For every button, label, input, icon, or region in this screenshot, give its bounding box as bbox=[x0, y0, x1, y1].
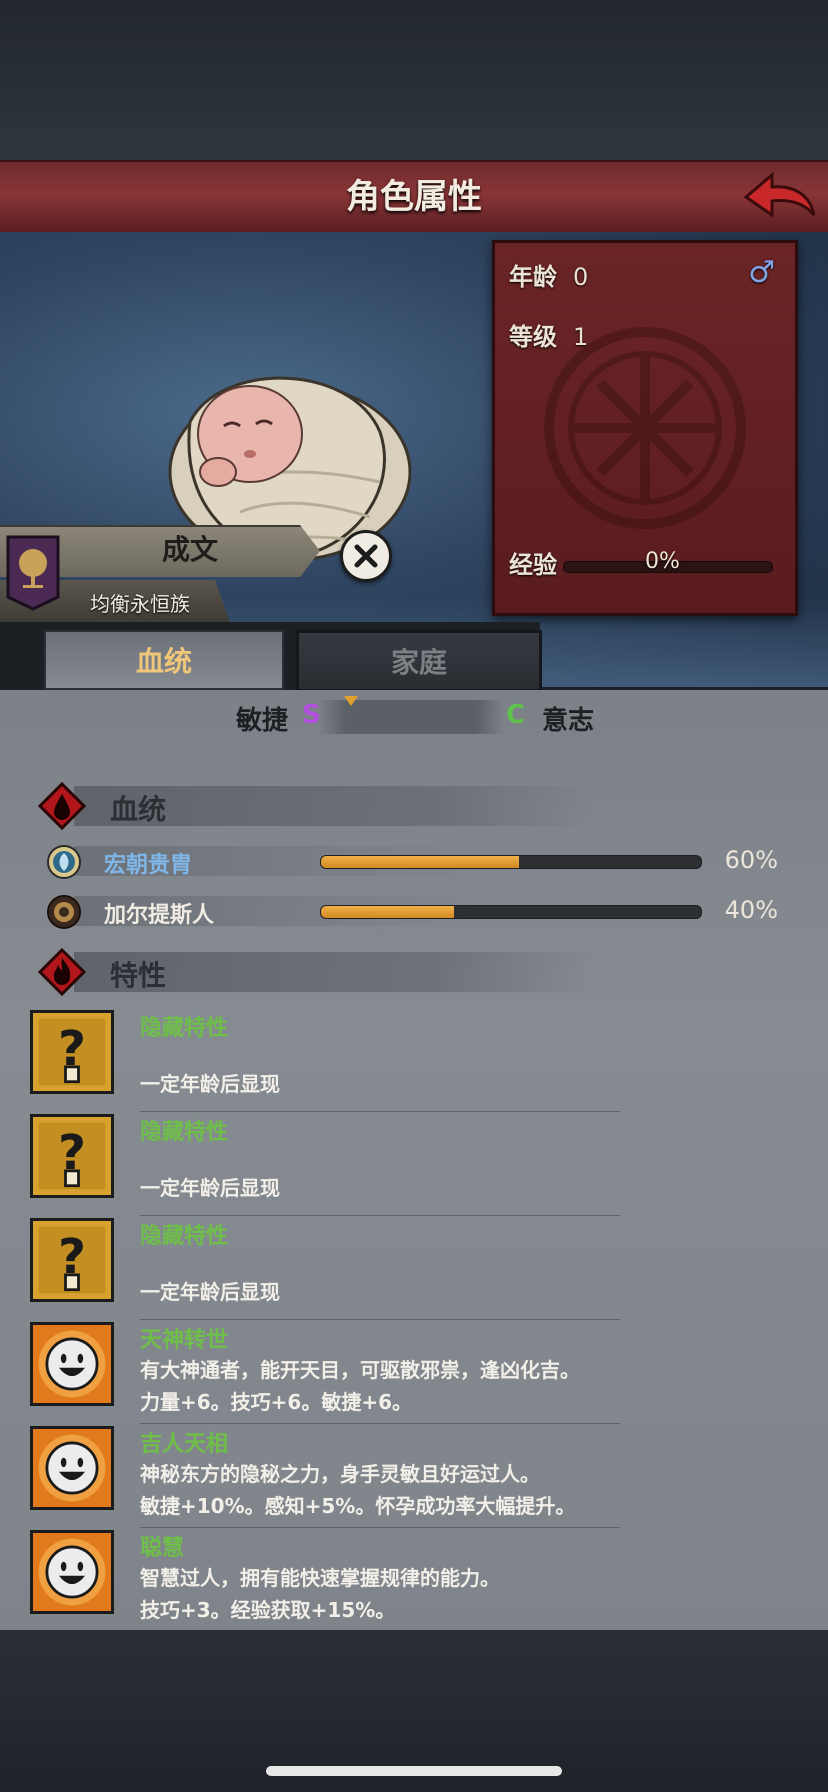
smiley-face-icon bbox=[30, 1322, 114, 1406]
scale-marker-icon bbox=[344, 696, 358, 706]
scale-left-label: 敏捷 bbox=[236, 706, 289, 736]
title-bar: 角色属性 bbox=[0, 160, 828, 235]
tab-lineage[interactable]: 血统 bbox=[44, 630, 284, 690]
flame-icon bbox=[38, 948, 86, 996]
trait-divider bbox=[140, 1215, 620, 1216]
clan-tree-flag-icon bbox=[6, 535, 60, 611]
galtis-emblem-icon bbox=[47, 895, 81, 929]
clan-name: 均衡永恒族 bbox=[90, 592, 190, 616]
close-icon bbox=[354, 544, 378, 568]
lineage-name: 加尔提斯人 bbox=[104, 903, 215, 928]
trait-effects: 敏捷+10%。感知+5%。怀孕成功率大幅提升。 bbox=[140, 1494, 576, 1518]
trait-name: 聪慧 bbox=[140, 1536, 185, 1561]
question-mark-icon: ? bbox=[30, 1114, 114, 1198]
male-gender-icon: ♂ bbox=[748, 255, 775, 290]
age-row: 年龄 0 bbox=[509, 257, 588, 292]
lineage-name: 宏朝贵胄 bbox=[104, 853, 193, 878]
trait-description: 有大神通者，能开天目，可驱散邪祟，逢凶化吉。 bbox=[140, 1358, 580, 1382]
lineage-percent: 40% bbox=[724, 896, 778, 924]
trait-effects: 技巧+3。经验获取+15%。 bbox=[140, 1598, 396, 1622]
trait-effects: 力量+6。技巧+6。敏捷+6。 bbox=[140, 1390, 413, 1414]
trait-description: 神秘东方的隐秘之力，身手灵敏且好运过人。 bbox=[140, 1462, 540, 1486]
level-value: 1 bbox=[573, 323, 589, 351]
character-name[interactable]: 成文 bbox=[150, 530, 230, 570]
exp-label: 经验 bbox=[509, 551, 557, 579]
lineage-percent: 60% bbox=[724, 846, 778, 874]
question-mark-icon: ? bbox=[30, 1218, 114, 1302]
stats-panel: 年龄 0 ♂ 等级 1 经验 0% bbox=[492, 240, 798, 616]
trait-description: 一定年龄后显现 bbox=[140, 1072, 280, 1096]
level-label: 等级 bbox=[509, 323, 557, 351]
tab-family[interactable]: 家庭 bbox=[296, 630, 542, 692]
lineage-bar-fill bbox=[321, 856, 519, 868]
lineage-section-header: 血统 bbox=[34, 780, 594, 832]
trait-item[interactable]: ? 隐藏特性 一定年龄后显现 bbox=[30, 1218, 640, 1320]
age-label: 年龄 bbox=[509, 263, 557, 291]
trait-name: 隐藏特性 bbox=[140, 1224, 229, 1249]
exp-percent: 0% bbox=[645, 549, 680, 574]
trait-item[interactable]: 聪慧 智慧过人，拥有能快速掌握规律的能力。 技巧+3。经验获取+15%。 bbox=[30, 1530, 640, 1626]
back-button[interactable] bbox=[740, 170, 820, 226]
trait-item[interactable]: 天神转世 有大神通者，能开天目，可驱散邪祟，逢凶化吉。 力量+6。技巧+6。敏捷… bbox=[30, 1322, 640, 1424]
trait-divider bbox=[140, 1319, 620, 1320]
scale-right-label: 意志 bbox=[542, 706, 595, 736]
home-indicator[interactable] bbox=[266, 1766, 562, 1776]
trait-description: 智慧过人，拥有能快速掌握规律的能力。 bbox=[140, 1566, 500, 1590]
trait-description: 一定年龄后显现 bbox=[140, 1280, 280, 1304]
trait-name: 隐藏特性 bbox=[140, 1120, 229, 1145]
trait-item[interactable]: 吉人天相 神秘东方的隐秘之力，身手灵敏且好运过人。 敏捷+10%。感知+5%。怀… bbox=[30, 1426, 640, 1528]
close-button[interactable] bbox=[340, 530, 392, 582]
question-mark-icon: ? bbox=[30, 1010, 114, 1094]
traits-section-header: 特性 bbox=[34, 946, 594, 998]
age-value: 0 bbox=[573, 263, 589, 291]
red-back-arrow-icon bbox=[743, 171, 816, 218]
lineage-bar bbox=[320, 855, 702, 869]
trait-divider bbox=[140, 1423, 620, 1424]
smiley-face-icon bbox=[30, 1530, 114, 1614]
lineage-row: 宏朝贵胄 60% bbox=[44, 842, 784, 882]
trait-description: 一定年龄后显现 bbox=[140, 1176, 280, 1200]
celtic-knot-emblem bbox=[544, 327, 746, 529]
lineage-row: 加尔提斯人 40% bbox=[44, 892, 784, 932]
trait-item[interactable]: ? 隐藏特性 一定年龄后显现 bbox=[30, 1010, 640, 1112]
blood-drop-icon bbox=[38, 782, 86, 830]
smiley-face-icon bbox=[30, 1426, 114, 1510]
trait-name: 吉人天相 bbox=[140, 1432, 229, 1457]
trait-name: 天神转世 bbox=[140, 1328, 229, 1353]
level-row: 等级 1 bbox=[509, 317, 588, 352]
trait-name: 隐藏特性 bbox=[140, 1016, 229, 1041]
lineage-section-title: 血统 bbox=[110, 793, 167, 826]
page-title: 角色属性 bbox=[346, 177, 482, 217]
scale-right-grade: C bbox=[506, 700, 526, 730]
hongchao-emblem-icon bbox=[47, 845, 81, 879]
lineage-bar-fill bbox=[321, 906, 454, 918]
trait-item[interactable]: ? 隐藏特性 一定年龄后显现 bbox=[30, 1114, 640, 1216]
scale-left-grade: S bbox=[302, 700, 321, 730]
trait-divider bbox=[140, 1527, 620, 1528]
trait-divider bbox=[140, 1111, 620, 1112]
lineage-bar bbox=[320, 905, 702, 919]
traits-section-title: 特性 bbox=[110, 959, 167, 992]
top-background bbox=[0, 0, 828, 160]
